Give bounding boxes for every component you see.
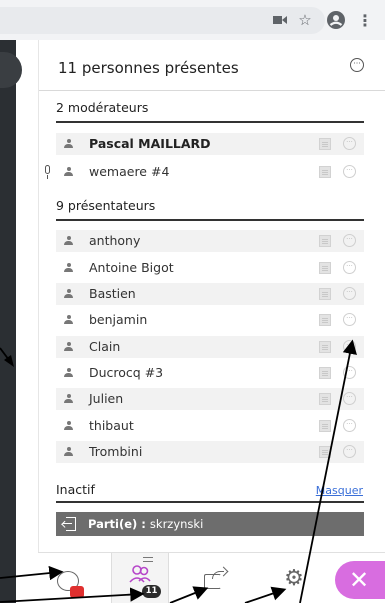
- participant-name: Bastien: [89, 286, 136, 301]
- moderator-row[interactable]: Pascal MAILLARD ···: [56, 133, 364, 155]
- moderators-heading: 2 modérateurs: [56, 100, 149, 115]
- menu-icon[interactable]: ⋮: [355, 10, 375, 30]
- divider: [56, 501, 364, 503]
- participant-options-icon[interactable]: ···: [343, 445, 356, 458]
- user-icon: [64, 368, 73, 378]
- participant-name: Clain: [89, 339, 121, 354]
- notes-icon[interactable]: [319, 138, 331, 150]
- divider: [56, 121, 364, 123]
- presenter-row[interactable]: Clain ···: [56, 336, 364, 358]
- user-icon: [64, 315, 73, 325]
- divider: [56, 219, 364, 221]
- logout-icon: [61, 517, 76, 531]
- notes-icon[interactable]: [319, 235, 331, 247]
- user-icon: [64, 289, 73, 299]
- user-icon: [64, 421, 73, 431]
- presenter-row[interactable]: thibaut ···: [56, 415, 364, 437]
- user-icon: [64, 342, 73, 352]
- user-icon: [64, 236, 73, 246]
- participant-options-icon[interactable]: ···: [343, 165, 356, 178]
- presenter-row[interactable]: Julien ···: [56, 388, 364, 410]
- participant-name: thibaut: [89, 418, 134, 433]
- gear-icon[interactable]: ⚙: [282, 567, 306, 591]
- participant-name: Julien: [89, 391, 124, 406]
- panel-title: 11 personnes présentes: [58, 59, 239, 77]
- inactive-heading: Inactif: [56, 482, 95, 497]
- presenter-row[interactable]: Trombini ···: [56, 441, 364, 463]
- moderator-row[interactable]: wemaere #4 ···: [56, 161, 364, 183]
- presenters-heading: 9 présentateurs: [56, 198, 156, 213]
- more-options-icon[interactable]: ···: [350, 58, 364, 72]
- notes-icon[interactable]: [319, 341, 331, 353]
- account-icon[interactable]: [326, 10, 346, 30]
- participant-options-icon[interactable]: ···: [343, 366, 356, 379]
- participant-name: Antoine Bigot: [89, 260, 174, 275]
- hide-inactive-link[interactable]: Masquer: [316, 484, 363, 497]
- notes-icon[interactable]: [319, 288, 331, 300]
- participants-count-badge: 11: [142, 585, 161, 598]
- notes-icon[interactable]: [319, 367, 331, 379]
- participant-name: Trombini: [89, 444, 143, 459]
- user-icon: [64, 394, 73, 404]
- participant-options-icon[interactable]: ···: [343, 287, 356, 300]
- camera-icon[interactable]: [270, 10, 290, 30]
- user-icon: [64, 263, 73, 273]
- notes-icon[interactable]: [319, 393, 331, 405]
- presenter-row[interactable]: benjamin ···: [56, 309, 364, 331]
- notes-icon[interactable]: [319, 420, 331, 432]
- notes-icon[interactable]: [319, 166, 331, 178]
- participant-options-icon[interactable]: ···: [343, 261, 356, 274]
- star-icon[interactable]: ☆: [295, 10, 315, 30]
- app-root: ☆ ⋮ 11 personnes présentes ··· 2 modérat…: [0, 0, 385, 603]
- participant-name: benjamin: [89, 312, 148, 327]
- participants-icon[interactable]: [129, 565, 151, 587]
- presentation-area-edge: [0, 40, 16, 603]
- microphone-icon: [43, 165, 52, 179]
- left-label-text: Parti(e) :: [88, 517, 146, 531]
- presenter-row[interactable]: anthony ···: [56, 230, 364, 252]
- notes-icon[interactable]: [319, 446, 331, 458]
- participant-name: Ducrocq #3: [89, 365, 164, 380]
- bottom-toolbar: 11 ⚙ ✕: [38, 552, 385, 603]
- left-label: Parti(e) : skrzynski: [88, 517, 203, 531]
- left-participant-name: skrzynski: [149, 517, 204, 531]
- user-icon: [64, 167, 73, 177]
- presenter-row[interactable]: Ducrocq #3 ···: [56, 362, 364, 384]
- participant-options-icon[interactable]: ···: [343, 234, 356, 247]
- participant-options-icon[interactable]: ···: [343, 313, 356, 326]
- notes-icon[interactable]: [319, 262, 331, 274]
- close-icon[interactable]: ✕: [335, 561, 385, 599]
- presentation-area-handle: [0, 52, 22, 88]
- participant-options-icon[interactable]: ···: [343, 419, 356, 432]
- divider: [39, 90, 385, 91]
- presenter-row[interactable]: Antoine Bigot ···: [56, 257, 364, 279]
- participant-options-icon[interactable]: ···: [343, 137, 356, 150]
- left-participant-row: Parti(e) : skrzynski: [56, 512, 364, 536]
- participant-name: wemaere #4: [89, 164, 170, 179]
- chat-notification-badge: [70, 586, 84, 598]
- notes-icon[interactable]: [319, 314, 331, 326]
- presenter-row[interactable]: Bastien ···: [56, 283, 364, 305]
- participant-name: anthony: [89, 233, 141, 248]
- participant-options-icon[interactable]: ···: [343, 392, 356, 405]
- participant-name: Pascal MAILLARD: [89, 136, 211, 151]
- share-icon[interactable]: [204, 566, 229, 591]
- user-icon: [64, 447, 73, 457]
- drag-handle-icon[interactable]: [143, 557, 153, 562]
- user-icon: [64, 139, 73, 149]
- participants-panel: 11 personnes présentes ··· 2 modérateurs…: [38, 40, 385, 603]
- participant-options-icon[interactable]: ···: [343, 340, 356, 353]
- browser-toolbar: ☆ ⋮: [0, 0, 385, 40]
